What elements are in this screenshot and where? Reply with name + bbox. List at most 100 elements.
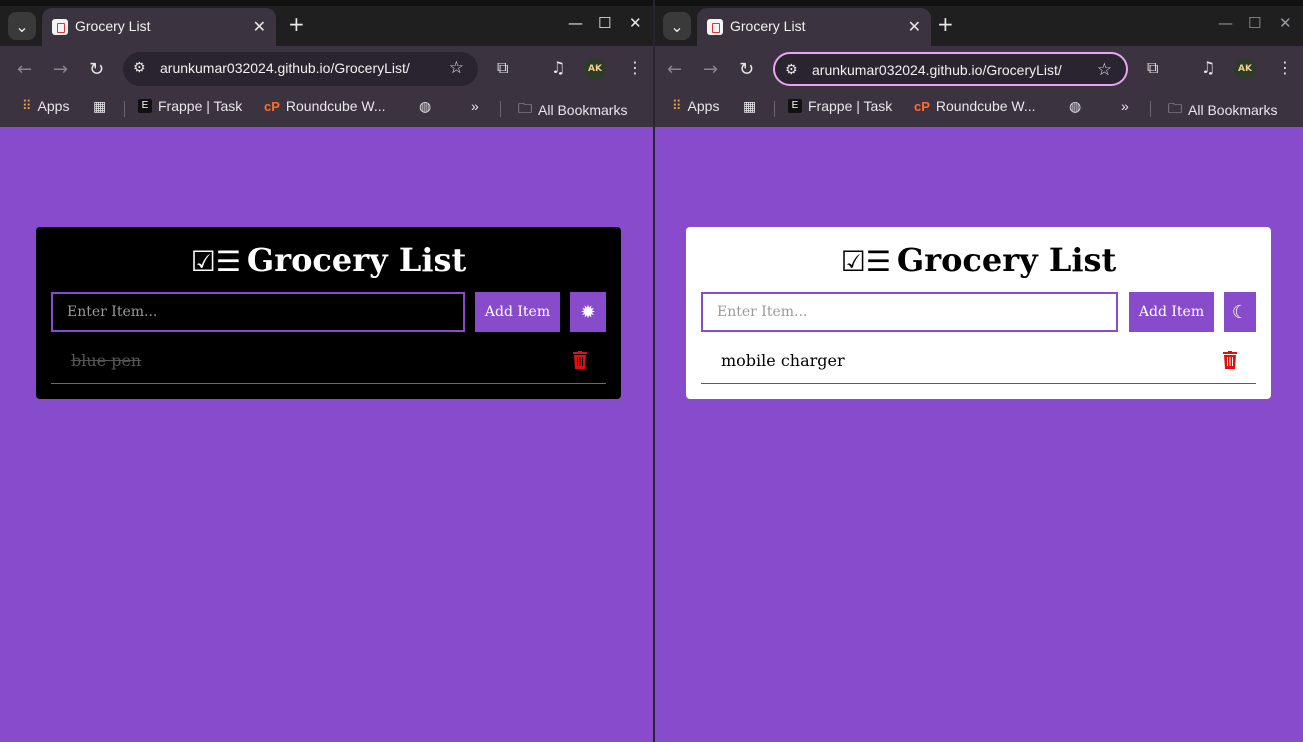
- all-bookmarks-label: All Bookmarks: [1188, 102, 1278, 118]
- media-control-icon[interactable]: ♫: [551, 58, 565, 77]
- add-item-button[interactable]: Add Item: [475, 292, 560, 332]
- menu-icon[interactable]: ⋮: [627, 58, 643, 77]
- bookmark-frappe[interactable]: E Frappe | Task: [138, 98, 242, 114]
- item-text[interactable]: blue pen: [71, 351, 141, 370]
- tab-title: Grocery List: [75, 18, 151, 34]
- new-tab-button[interactable]: +: [937, 14, 954, 34]
- grocery-card: ☑☰Grocery List Add Item ✹ blue pen: [36, 227, 621, 399]
- address-bar[interactable]: ⚙ arunkumar032024.github.io/GroceryList/…: [123, 52, 478, 86]
- page-title: ☑☰ Grocery List: [840, 241, 1117, 279]
- profile-avatar[interactable]: AK: [1234, 58, 1256, 80]
- bookmark-star-icon[interactable]: ☆: [1097, 60, 1112, 80]
- more-bookmarks-button[interactable]: »: [1121, 98, 1129, 114]
- new-tab-button[interactable]: +: [288, 14, 305, 34]
- cpanel-icon: cP: [914, 98, 930, 114]
- close-tab-icon[interactable]: ✕: [253, 17, 266, 36]
- list-item: blue pen: [51, 339, 606, 384]
- bookmark-star-icon[interactable]: ☆: [449, 58, 464, 78]
- url-text: arunkumar032024.github.io/GroceryList/: [812, 62, 1062, 78]
- more-bookmarks-button[interactable]: »: [471, 98, 479, 114]
- back-icon[interactable]: ←: [667, 59, 682, 80]
- trash-icon[interactable]: [572, 351, 588, 369]
- tab-groups-icon[interactable]: ▦: [93, 98, 106, 115]
- bookmark-apps-label: Apps: [687, 98, 720, 114]
- url-text: arunkumar032024.github.io/GroceryList/: [160, 60, 410, 76]
- back-icon[interactable]: ←: [17, 59, 32, 80]
- bookmark-apps-label: Apps: [37, 98, 70, 114]
- maximize-button[interactable]: ☐: [598, 14, 611, 32]
- media-control-icon[interactable]: ♫: [1201, 58, 1215, 77]
- bookmark-roundcube[interactable]: cP Roundcube W...: [264, 98, 386, 114]
- extensions-icon[interactable]: ⧉: [1147, 58, 1158, 78]
- frappe-icon: E: [138, 99, 152, 113]
- minimize-button[interactable]: —: [568, 14, 583, 32]
- moon-icon: ☾: [1231, 301, 1249, 322]
- address-bar[interactable]: ⚙ arunkumar032024.github.io/GroceryList/…: [773, 52, 1128, 86]
- close-window-button[interactable]: ✕: [629, 14, 642, 32]
- forward-icon[interactable]: →: [53, 59, 68, 80]
- apps-grid-icon: ⠿: [672, 98, 682, 113]
- theme-toggle-button[interactable]: ☾: [1224, 292, 1256, 332]
- bookmark-frappe-label: Frappe | Task: [158, 98, 243, 114]
- apps-grid-icon: ⠿: [22, 98, 32, 113]
- page-content: ☑☰Grocery List Add Item ✹ blue pen: [0, 127, 653, 742]
- bookmarks-bar: ⠿ Apps ▦ E Frappe | Task cP Roundcube W.…: [655, 92, 1303, 127]
- cpanel-icon: cP: [264, 98, 280, 114]
- bookmark-apps[interactable]: ⠿ Apps: [672, 98, 719, 114]
- tab-groups-icon[interactable]: ▦: [743, 98, 756, 115]
- list-item: mobile charger: [701, 339, 1256, 384]
- page-title: ☑☰ Grocery List: [190, 241, 467, 279]
- tab-search-button[interactable]: ⌄: [8, 12, 36, 40]
- forward-icon[interactable]: →: [703, 59, 718, 80]
- bookmarks-bar: ⠿ Apps ▦ E Frappe | Task cP Roundcube W.…: [0, 92, 653, 127]
- folder-icon: 🗀: [518, 100, 532, 116]
- bookmark-frappe-label: Frappe | Task: [808, 98, 893, 114]
- folder-icon: 🗀: [1168, 100, 1182, 116]
- all-bookmarks-label: All Bookmarks: [538, 102, 628, 118]
- add-item-button[interactable]: Add Item: [1129, 292, 1214, 332]
- tab-strip: ⌄ Grocery List ✕ + — ☐ ✕: [655, 0, 1303, 46]
- bookmark-frappe[interactable]: E Frappe | Task: [788, 98, 892, 114]
- frappe-icon: E: [788, 99, 802, 113]
- toolbar: ← → ↻ ⚙ arunkumar032024.github.io/Grocer…: [0, 46, 653, 92]
- toolbar: ← → ↻ ⚙ arunkumar032024.github.io/Grocer…: [655, 46, 1303, 92]
- bookmark-roundcube-label: Roundcube W...: [285, 98, 386, 114]
- reload-icon[interactable]: ↻: [89, 59, 104, 80]
- bookmark-apps[interactable]: ⠿ Apps: [22, 98, 69, 114]
- browser-window-right: ⌄ Grocery List ✕ + — ☐ ✕ ← → ↻ ⚙ arunkum…: [655, 0, 1303, 742]
- item-input[interactable]: [51, 292, 465, 332]
- bookmark-roundcube-label: Roundcube W...: [935, 98, 1036, 114]
- extensions-icon[interactable]: ⧉: [497, 58, 508, 78]
- globe-icon[interactable]: ◍: [419, 98, 431, 115]
- tab-grocery-list[interactable]: Grocery List ✕: [697, 8, 931, 46]
- maximize-button[interactable]: ☐: [1248, 14, 1261, 32]
- site-info-icon[interactable]: ⚙: [133, 60, 146, 76]
- tab-strip: ⌄ Grocery List ✕ + — ☐ ✕: [0, 0, 653, 46]
- checklist-icon: ☑☰: [190, 245, 241, 278]
- item-input[interactable]: [701, 292, 1118, 332]
- favicon-icon: [52, 19, 68, 35]
- checklist-icon: ☑☰: [840, 245, 891, 278]
- favicon-icon: [707, 19, 723, 35]
- tab-search-button[interactable]: ⌄: [663, 12, 691, 40]
- menu-icon[interactable]: ⋮: [1277, 58, 1293, 77]
- globe-icon[interactable]: ◍: [1069, 98, 1081, 115]
- minimize-button[interactable]: —: [1218, 14, 1233, 32]
- close-tab-icon[interactable]: ✕: [908, 17, 921, 36]
- item-text[interactable]: mobile charger: [721, 351, 845, 370]
- sun-icon: ✹: [580, 301, 596, 322]
- all-bookmarks[interactable]: 🗀 All Bookmarks: [1168, 98, 1277, 122]
- close-window-button[interactable]: ✕: [1279, 14, 1292, 32]
- bookmark-roundcube[interactable]: cP Roundcube W...: [914, 98, 1036, 114]
- profile-avatar[interactable]: AK: [584, 58, 606, 80]
- reload-icon[interactable]: ↻: [739, 59, 754, 80]
- page-content: ☑☰Grocery List Add Item ☾ mobile charger: [655, 127, 1303, 742]
- theme-toggle-button[interactable]: ✹: [570, 292, 606, 332]
- browser-window-left: ⌄ Grocery List ✕ + — ☐ ✕ ← → ↻ ⚙ arunkum…: [0, 0, 653, 742]
- tab-title: Grocery List: [730, 18, 806, 34]
- grocery-card: ☑☰Grocery List Add Item ☾ mobile charger: [686, 227, 1271, 399]
- site-info-icon[interactable]: ⚙: [785, 62, 798, 78]
- tab-grocery-list[interactable]: Grocery List ✕: [42, 8, 276, 46]
- all-bookmarks[interactable]: 🗀 All Bookmarks: [518, 98, 627, 122]
- trash-icon[interactable]: [1222, 351, 1238, 369]
